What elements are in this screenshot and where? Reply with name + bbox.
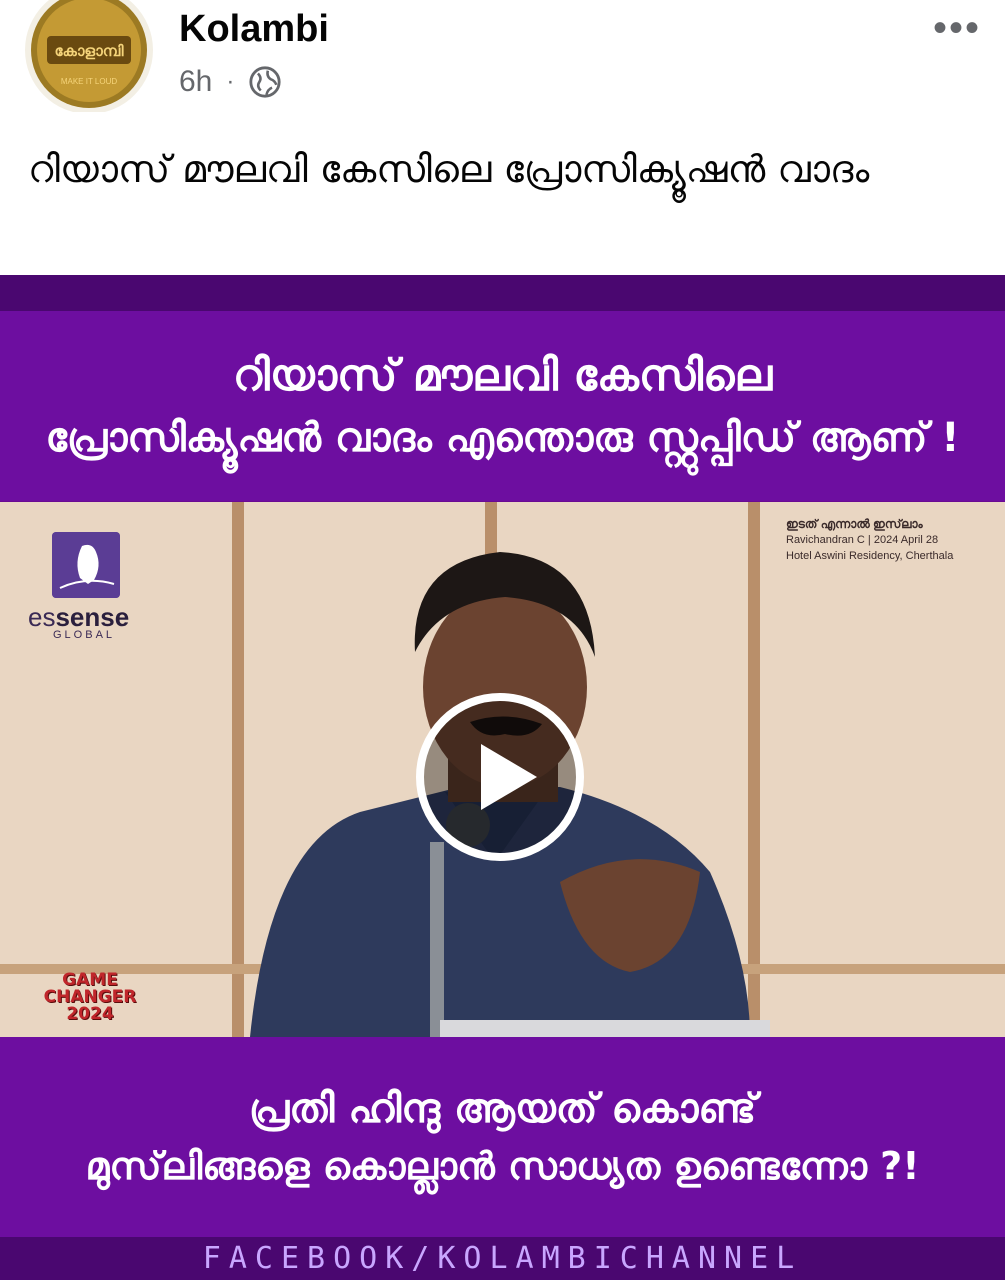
event-info: ഇടത് എന്നാൽ ഇസ്‌ലാം Ravichandran C | 202…: [786, 516, 953, 564]
game-changer-logo: GAME CHANGER 2024: [40, 972, 140, 1023]
event-line-2: Hotel Aswini Residency, Cherthala: [786, 550, 954, 562]
top-strip: [0, 275, 1005, 311]
brand-es: es: [28, 602, 56, 632]
title-band: റിയാസ് മൗലവി കേസിലെ പ്രോസിക്യൂഷൻ വാദം എന…: [0, 311, 1005, 501]
brand-sub: GLOBAL: [53, 629, 116, 641]
gc-line-3: 2024: [66, 1004, 114, 1024]
bottom-line-1: പ്രതി ഹിന്ദു ആയത് കൊണ്ട്: [248, 1086, 757, 1132]
essense-logo-icon: [52, 532, 120, 598]
post-time[interactable]: 6h: [179, 65, 212, 99]
page-name[interactable]: Kolambi: [179, 8, 329, 51]
svg-text:MAKE IT LOUD: MAKE IT LOUD: [61, 77, 118, 86]
bottom-line-2: മുസ്‌ലിങ്ങളെ കൊല്ലാൻ സാധ്യത ഉണ്ടെന്നോ ?!: [85, 1144, 920, 1188]
footer-strip: FACEBOOK/KOLAMBICHANNEL: [0, 1237, 1005, 1280]
title-line-1: റിയാസ് മൗലവി കേസിലെ: [232, 350, 773, 401]
post-caption: റിയാസ് മൗലവി കേസിലെ പ്രോസിക്യൂഷൻ വാദം: [28, 147, 870, 191]
title-line-2: പ്രോസിക്യൂഷൻ വാദം എന്തൊരു സ്റ്റുപ്പിഡ് ആ…: [45, 415, 960, 461]
post-meta: 6h ·: [179, 62, 282, 102]
separator-dot: ·: [226, 68, 235, 95]
globe-icon: [249, 66, 281, 98]
svg-text:കോളാമ്പി: കോളാമ്പി: [55, 42, 125, 60]
more-options-button[interactable]: •••: [933, 8, 981, 48]
video-frame[interactable]: essense GLOBAL ഇടത് എന്നാൽ ഇസ്‌ലാം Ravic…: [0, 502, 1005, 1037]
play-icon[interactable]: [415, 692, 585, 862]
event-title: ഇടത് എന്നാൽ ഇസ്‌ലാം: [786, 517, 923, 531]
event-line-1: Ravichandran C | 2024 April 28: [786, 534, 939, 546]
brand-sense: sense: [55, 602, 130, 632]
post-image[interactable]: റിയാസ് മൗലവി കേസിലെ പ്രോസിക്യൂഷൻ വാദം എന…: [0, 275, 1005, 1280]
bottom-band: പ്രതി ഹിന്ദു ആയത് കൊണ്ട് മുസ്‌ലിങ്ങളെ കൊ…: [0, 1037, 1005, 1237]
page-avatar[interactable]: കോളാമ്പി MAKE IT LOUD: [22, 0, 156, 112]
footer-text: FACEBOOK/KOLAMBICHANNEL: [202, 1241, 803, 1276]
